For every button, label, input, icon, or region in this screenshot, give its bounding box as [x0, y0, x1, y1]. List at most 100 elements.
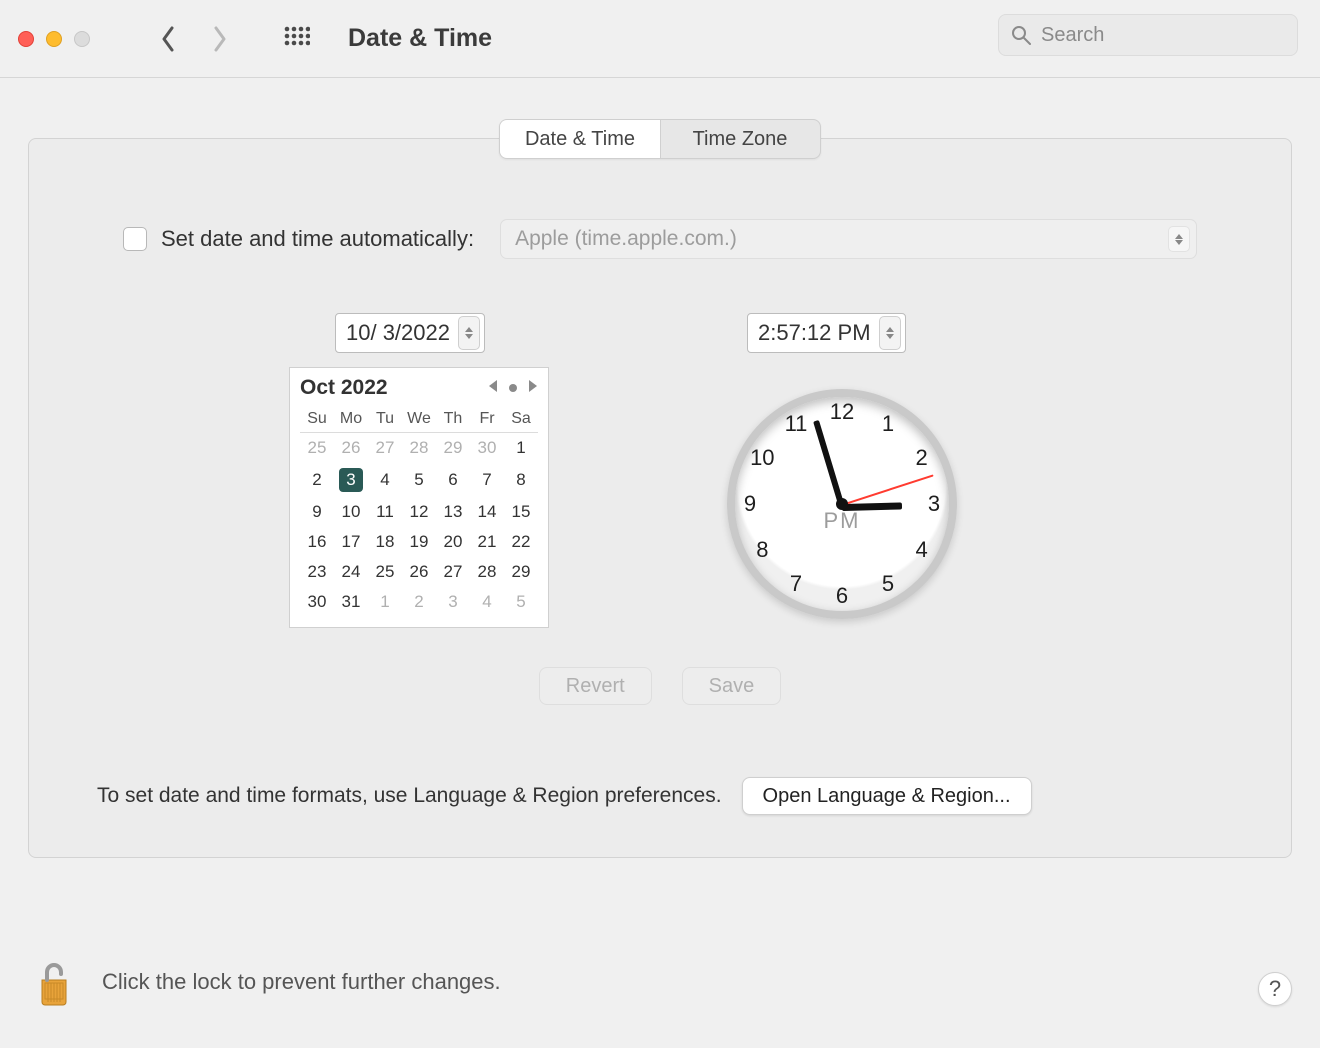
calendar-day[interactable]: 29 [504, 557, 538, 587]
clock-number: 6 [836, 583, 848, 609]
calendar-day[interactable]: 22 [504, 527, 538, 557]
calendar-day[interactable]: 4 [368, 463, 402, 497]
autoset-label: Set date and time automatically: [161, 226, 474, 252]
minute-hand [813, 420, 845, 508]
calendar-weekday: We [402, 406, 436, 433]
lock-hint: Click the lock to prevent further change… [102, 969, 501, 995]
calendar: Oct 2022 SuMoTuWeThFrSa 2526272829301234… [289, 367, 549, 628]
calendar-day[interactable]: 3 [436, 587, 470, 617]
clock-number: 11 [785, 411, 808, 437]
tab-date-time[interactable]: Date & Time [500, 120, 660, 158]
calendar-day[interactable]: 7 [470, 463, 504, 497]
time-server-value: Apple (time.apple.com.) [515, 227, 737, 251]
time-spin-icon[interactable] [879, 316, 901, 350]
calendar-day[interactable]: 29 [436, 433, 470, 464]
calendar-day[interactable]: 14 [470, 497, 504, 527]
minimize-window-button[interactable] [46, 31, 62, 47]
analog-clock: PM 121234567891011 [727, 389, 957, 619]
search-input[interactable] [1041, 24, 1285, 47]
calendar-day[interactable]: 3 [334, 463, 368, 497]
clock-number: 12 [830, 399, 854, 425]
calendar-day[interactable]: 15 [504, 497, 538, 527]
calendar-day[interactable]: 1 [504, 433, 538, 464]
forward-button[interactable] [212, 26, 228, 52]
calendar-day[interactable]: 26 [334, 433, 368, 464]
autoset-row: Set date and time automatically: Apple (… [123, 219, 1197, 259]
time-server-select[interactable]: Apple (time.apple.com.) [500, 219, 1197, 259]
second-hand [842, 474, 934, 506]
clock-number: 3 [928, 491, 940, 517]
calendar-weekday: Sa [504, 406, 538, 433]
calendar-day[interactable]: 9 [300, 497, 334, 527]
calendar-day[interactable]: 26 [402, 557, 436, 587]
calendar-day[interactable]: 13 [436, 497, 470, 527]
calendar-day[interactable]: 17 [334, 527, 368, 557]
time-stepper[interactable]: 2:57:12 PM [747, 313, 906, 353]
open-language-region-button[interactable]: Open Language & Region... [742, 777, 1032, 815]
calendar-prev-button[interactable] [488, 378, 499, 398]
calendar-day[interactable]: 19 [402, 527, 436, 557]
calendar-day[interactable]: 12 [402, 497, 436, 527]
language-hint: To set date and time formats, use Langua… [97, 784, 722, 808]
calendar-day[interactable]: 2 [300, 463, 334, 497]
calendar-day[interactable]: 18 [368, 527, 402, 557]
show-all-icon[interactable] [284, 26, 310, 52]
open-language-region-label: Open Language & Region... [763, 785, 1011, 807]
date-spin-icon[interactable] [458, 316, 480, 350]
zoom-window-button[interactable] [74, 31, 90, 47]
calendar-day[interactable]: 30 [300, 587, 334, 617]
calendar-day[interactable]: 25 [300, 433, 334, 464]
save-button[interactable]: Save [682, 667, 782, 705]
tab-time-zone[interactable]: Time Zone [660, 120, 820, 158]
time-value: 2:57:12 PM [758, 320, 871, 346]
lock-row: Click the lock to prevent further change… [28, 956, 1292, 1008]
close-window-button[interactable] [18, 31, 34, 47]
select-stepper-icon [1168, 226, 1190, 252]
toolbar: Date & Time [0, 0, 1320, 78]
calendar-day[interactable]: 1 [368, 587, 402, 617]
calendar-weekday: Su [300, 406, 334, 433]
calendar-today-button[interactable] [509, 384, 517, 392]
clock-number: 2 [916, 445, 928, 471]
search-field[interactable] [998, 14, 1298, 56]
calendar-day[interactable]: 5 [402, 463, 436, 497]
autoset-checkbox[interactable] [123, 227, 147, 251]
calendar-day[interactable]: 24 [334, 557, 368, 587]
calendar-day[interactable]: 31 [334, 587, 368, 617]
calendar-day[interactable]: 10 [334, 497, 368, 527]
clock-number: 5 [882, 571, 894, 597]
help-button[interactable]: ? [1258, 972, 1292, 1006]
hour-hand [842, 502, 902, 511]
calendar-day[interactable]: 2 [402, 587, 436, 617]
calendar-day[interactable]: 23 [300, 557, 334, 587]
button-row: Revert Save [29, 667, 1291, 705]
calendar-grid: SuMoTuWeThFrSa 2526272829301234567891011… [300, 406, 538, 617]
calendar-day[interactable]: 8 [504, 463, 538, 497]
clock-number: 4 [916, 537, 928, 563]
calendar-day[interactable]: 27 [436, 557, 470, 587]
revert-button[interactable]: Revert [539, 667, 652, 705]
calendar-day[interactable]: 6 [436, 463, 470, 497]
calendar-day[interactable]: 28 [402, 433, 436, 464]
calendar-day[interactable]: 25 [368, 557, 402, 587]
calendar-day[interactable]: 5 [504, 587, 538, 617]
date-value: 10/ 3/2022 [346, 320, 450, 346]
nav-arrows [160, 26, 228, 52]
calendar-day[interactable]: 20 [436, 527, 470, 557]
calendar-weekday: Fr [470, 406, 504, 433]
tab-date-time-label: Date & Time [525, 128, 635, 151]
calendar-day[interactable]: 27 [368, 433, 402, 464]
calendar-day[interactable]: 11 [368, 497, 402, 527]
calendar-day[interactable]: 28 [470, 557, 504, 587]
date-stepper[interactable]: 10/ 3/2022 [335, 313, 485, 353]
lock-icon[interactable] [28, 956, 80, 1008]
calendar-day[interactable]: 16 [300, 527, 334, 557]
save-label: Save [709, 675, 755, 698]
calendar-day[interactable]: 4 [470, 587, 504, 617]
back-button[interactable] [160, 26, 176, 52]
calendar-day[interactable]: 30 [470, 433, 504, 464]
calendar-next-button[interactable] [527, 378, 538, 398]
clock-number: 9 [744, 491, 756, 517]
calendar-day[interactable]: 21 [470, 527, 504, 557]
calendar-nav [488, 378, 538, 398]
